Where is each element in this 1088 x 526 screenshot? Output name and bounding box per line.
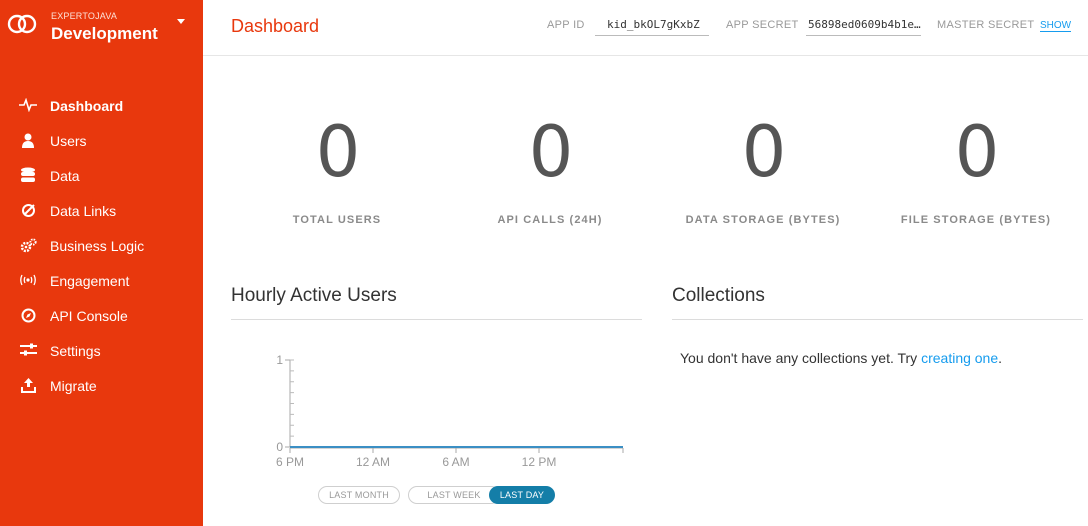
app-switcher[interactable]: EXPERTOJAVA Development: [0, 0, 203, 50]
sidebar-item-label: Dashboard: [50, 98, 124, 114]
sidebar-item-label: Data: [50, 168, 80, 184]
sidebar: EXPERTOJAVA Development Dashboard Users …: [0, 0, 203, 526]
sidebar-item-business-logic[interactable]: Business Logic: [0, 228, 203, 263]
sidebar-item-users[interactable]: Users: [0, 123, 203, 158]
sidebar-item-label: Settings: [50, 343, 101, 359]
sidebar-item-api-console[interactable]: API Console: [0, 298, 203, 333]
stat-value: 0: [954, 111, 1000, 193]
collections-empty-message: You don't have any collections yet. Try …: [680, 350, 1002, 366]
empty-text: You don't have any collections yet. Try: [680, 350, 922, 366]
sidebar-item-migrate[interactable]: Migrate: [0, 368, 203, 403]
sidebar-item-data[interactable]: Data: [0, 158, 203, 193]
sidebar-item-dashboard[interactable]: Dashboard: [0, 88, 203, 123]
sidebar-item-label: Engagement: [50, 273, 130, 289]
x-tick-label: 12 PM: [522, 455, 557, 469]
master-secret-label: MASTER SECRET: [937, 19, 1035, 31]
kinvey-logo-icon: [7, 14, 37, 34]
sidebar-item-label: Migrate: [50, 378, 97, 394]
range-last-week-button[interactable]: LAST WEEK: [408, 486, 500, 504]
app-id-field[interactable]: kid_bkOL7gKxbZ: [595, 12, 709, 36]
sidebar-nav: Dashboard Users Data Data Links Business…: [0, 88, 203, 403]
page-title: Dashboard: [231, 16, 320, 36]
x-tick-label: 6 PM: [276, 455, 304, 469]
stat-api-calls: 0 API CALLS (24H): [443, 112, 657, 226]
link-icon: [19, 202, 37, 218]
app-secret-field[interactable]: 56898ed0609b4b1e…: [806, 12, 921, 36]
app-name: Development: [51, 24, 158, 43]
upload-icon: [19, 377, 37, 393]
divider: [672, 319, 1083, 320]
chevron-down-icon[interactable]: [177, 19, 185, 24]
range-last-month-button[interactable]: LAST MONTH: [318, 486, 400, 504]
x-tick-label: 12 AM: [356, 455, 390, 469]
stat-value: 0: [741, 111, 787, 193]
sidebar-item-label: Users: [50, 133, 87, 149]
stat-file-storage: 0 FILE STORAGE (BYTES): [869, 112, 1083, 226]
sidebar-item-data-links[interactable]: Data Links: [0, 193, 203, 228]
hourly-active-users-title: Hourly Active Users: [231, 285, 397, 306]
y-tick-label: 1: [276, 353, 283, 367]
range-last-day-button[interactable]: LAST DAY: [489, 486, 555, 504]
org-name: EXPERTOJAVA: [51, 11, 118, 21]
show-master-secret-link[interactable]: SHOW: [1040, 20, 1072, 32]
hourly-active-users-chart: 0 1 6 PM 12 AM 6 AM 12 PM: [276, 353, 624, 469]
compass-icon: [19, 307, 37, 323]
broadcast-icon: [19, 272, 37, 288]
stat-total-users: 0 TOTAL USERS: [230, 112, 444, 226]
sliders-icon: [19, 342, 37, 358]
empty-suffix: .: [998, 350, 1003, 366]
stat-label: FILE STORAGE (BYTES): [900, 214, 1052, 226]
gears-icon: [19, 237, 37, 253]
database-icon: [19, 167, 37, 183]
x-tick-label: 6 AM: [442, 455, 469, 469]
pulse-icon: [19, 97, 37, 113]
sidebar-item-settings[interactable]: Settings: [0, 333, 203, 368]
stat-label: TOTAL USERS: [292, 214, 382, 226]
create-collection-link[interactable]: creating one: [921, 350, 998, 366]
stat-value: 0: [315, 111, 361, 193]
top-header: Dashboard APP ID kid_bkOL7gKxbZ APP SECR…: [203, 0, 1088, 56]
divider: [231, 319, 642, 320]
user-icon: [19, 132, 37, 148]
stat-label: DATA STORAGE (BYTES): [685, 214, 841, 226]
app-id-label: APP ID: [547, 19, 585, 31]
app-secret-label: APP SECRET: [726, 19, 799, 31]
y-tick-label: 0: [276, 440, 283, 454]
stat-label: API CALLS (24H): [497, 214, 603, 226]
sidebar-item-engagement[interactable]: Engagement: [0, 263, 203, 298]
stat-value: 0: [528, 111, 574, 193]
sidebar-item-label: Data Links: [50, 203, 117, 219]
collections-title: Collections: [672, 285, 765, 306]
stat-data-storage: 0 DATA STORAGE (BYTES): [656, 112, 870, 226]
sidebar-item-label: Business Logic: [50, 238, 145, 254]
sidebar-item-label: API Console: [50, 308, 128, 324]
